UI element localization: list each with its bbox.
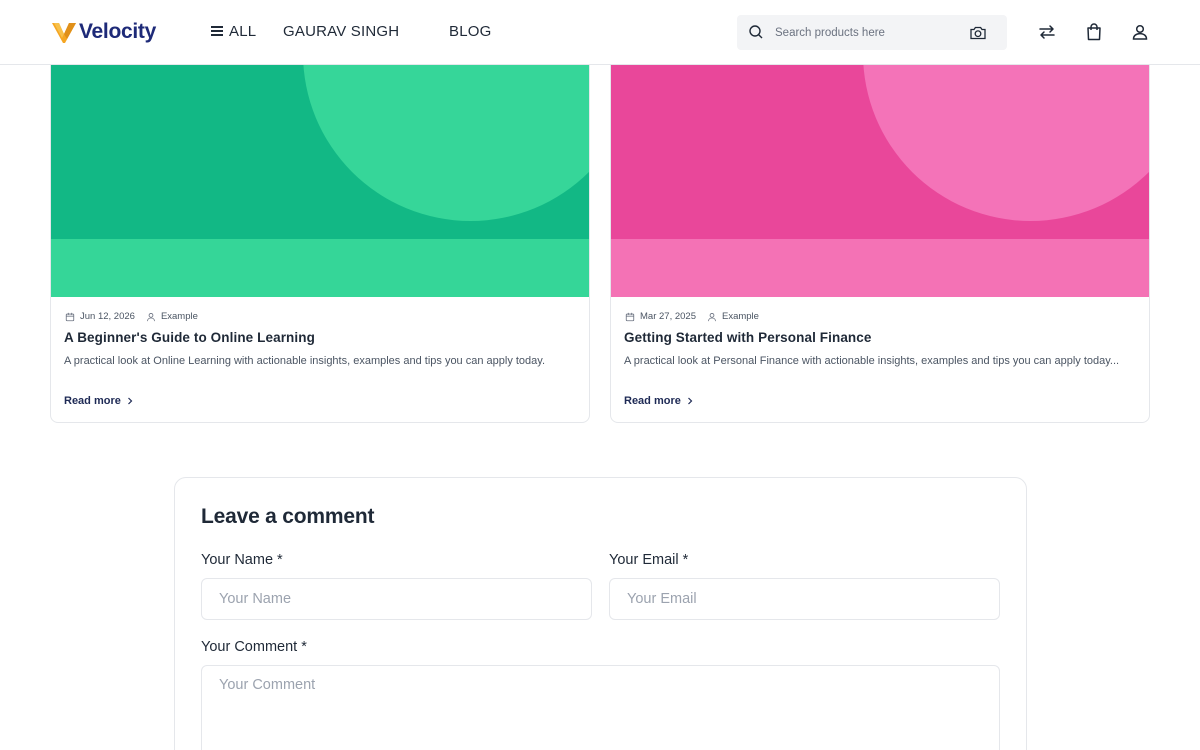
chevron-right-icon [687,397,693,405]
blog-card[interactable]: Jun 12, 2026 Example A Beginner's Guide … [50,55,590,423]
search-icon[interactable] [748,24,764,40]
camera-icon[interactable] [969,24,987,41]
blog-card-image[interactable] [51,56,589,297]
nav-user-name[interactable]: GAURAV SINGH [283,21,399,41]
read-more-link[interactable]: Read more [624,395,693,407]
post-title[interactable]: A Beginner's Guide to Online Learning [64,330,315,345]
comment-form: Leave a comment Your Name * Your Email *… [174,477,1027,750]
name-label: Your Name * [201,552,283,568]
author-icon [147,312,155,321]
name-field[interactable] [201,578,592,620]
nav-all-categories[interactable]: ALL [211,21,256,41]
email-field[interactable] [609,578,1000,620]
calendar-icon [625,312,635,321]
post-excerpt: A practical look at Personal Finance wit… [624,355,1120,367]
blog-card[interactable]: Mar 27, 2025 Example Getting Started wit… [610,55,1150,423]
read-more-link[interactable]: Read more [64,395,133,407]
chevron-right-icon [127,397,133,405]
bag-icon[interactable] [1084,22,1104,42]
user-icon[interactable] [1130,22,1150,42]
post-author: Example [721,311,759,322]
post-meta: Jun 12, 2026 Example [65,311,198,322]
comment-form-title: Leave a comment [201,505,375,528]
post-meta: Mar 27, 2025 Example [625,311,759,322]
menu-icon [211,26,223,36]
nav-user-label: GAURAV SINGH [283,22,400,40]
compare-icon[interactable] [1037,22,1057,42]
image-strip [611,239,1149,297]
comment-label: Your Comment * [201,639,307,655]
brand-logo[interactable]: Velocity [51,19,156,45]
nav-blog[interactable]: BLOG [449,21,491,41]
read-more-label: Read more [64,395,121,407]
post-author: Example [160,311,198,322]
nav-blog-label: BLOG [449,22,492,40]
blog-card-image[interactable] [611,56,1149,297]
search-input[interactable] [775,15,965,50]
email-label: Your Email * [609,552,689,568]
brand-name: Velocity [79,20,156,43]
post-date: Jun 12, 2026 [80,311,135,322]
comment-textarea[interactable] [201,665,1000,750]
velocity-logo-icon [52,23,76,43]
calendar-icon [65,312,75,321]
post-date: Mar 27, 2025 [640,311,696,322]
nav-all-label: ALL [229,22,257,40]
site-header: Velocity ALL GAURAV SINGH BLOG [0,0,1200,65]
search-bar [737,15,1007,50]
post-title[interactable]: Getting Started with Personal Finance [624,330,872,345]
image-strip [51,239,589,297]
post-excerpt: A practical look at Online Learning with… [64,355,546,367]
author-icon [708,312,716,321]
read-more-label: Read more [624,395,681,407]
